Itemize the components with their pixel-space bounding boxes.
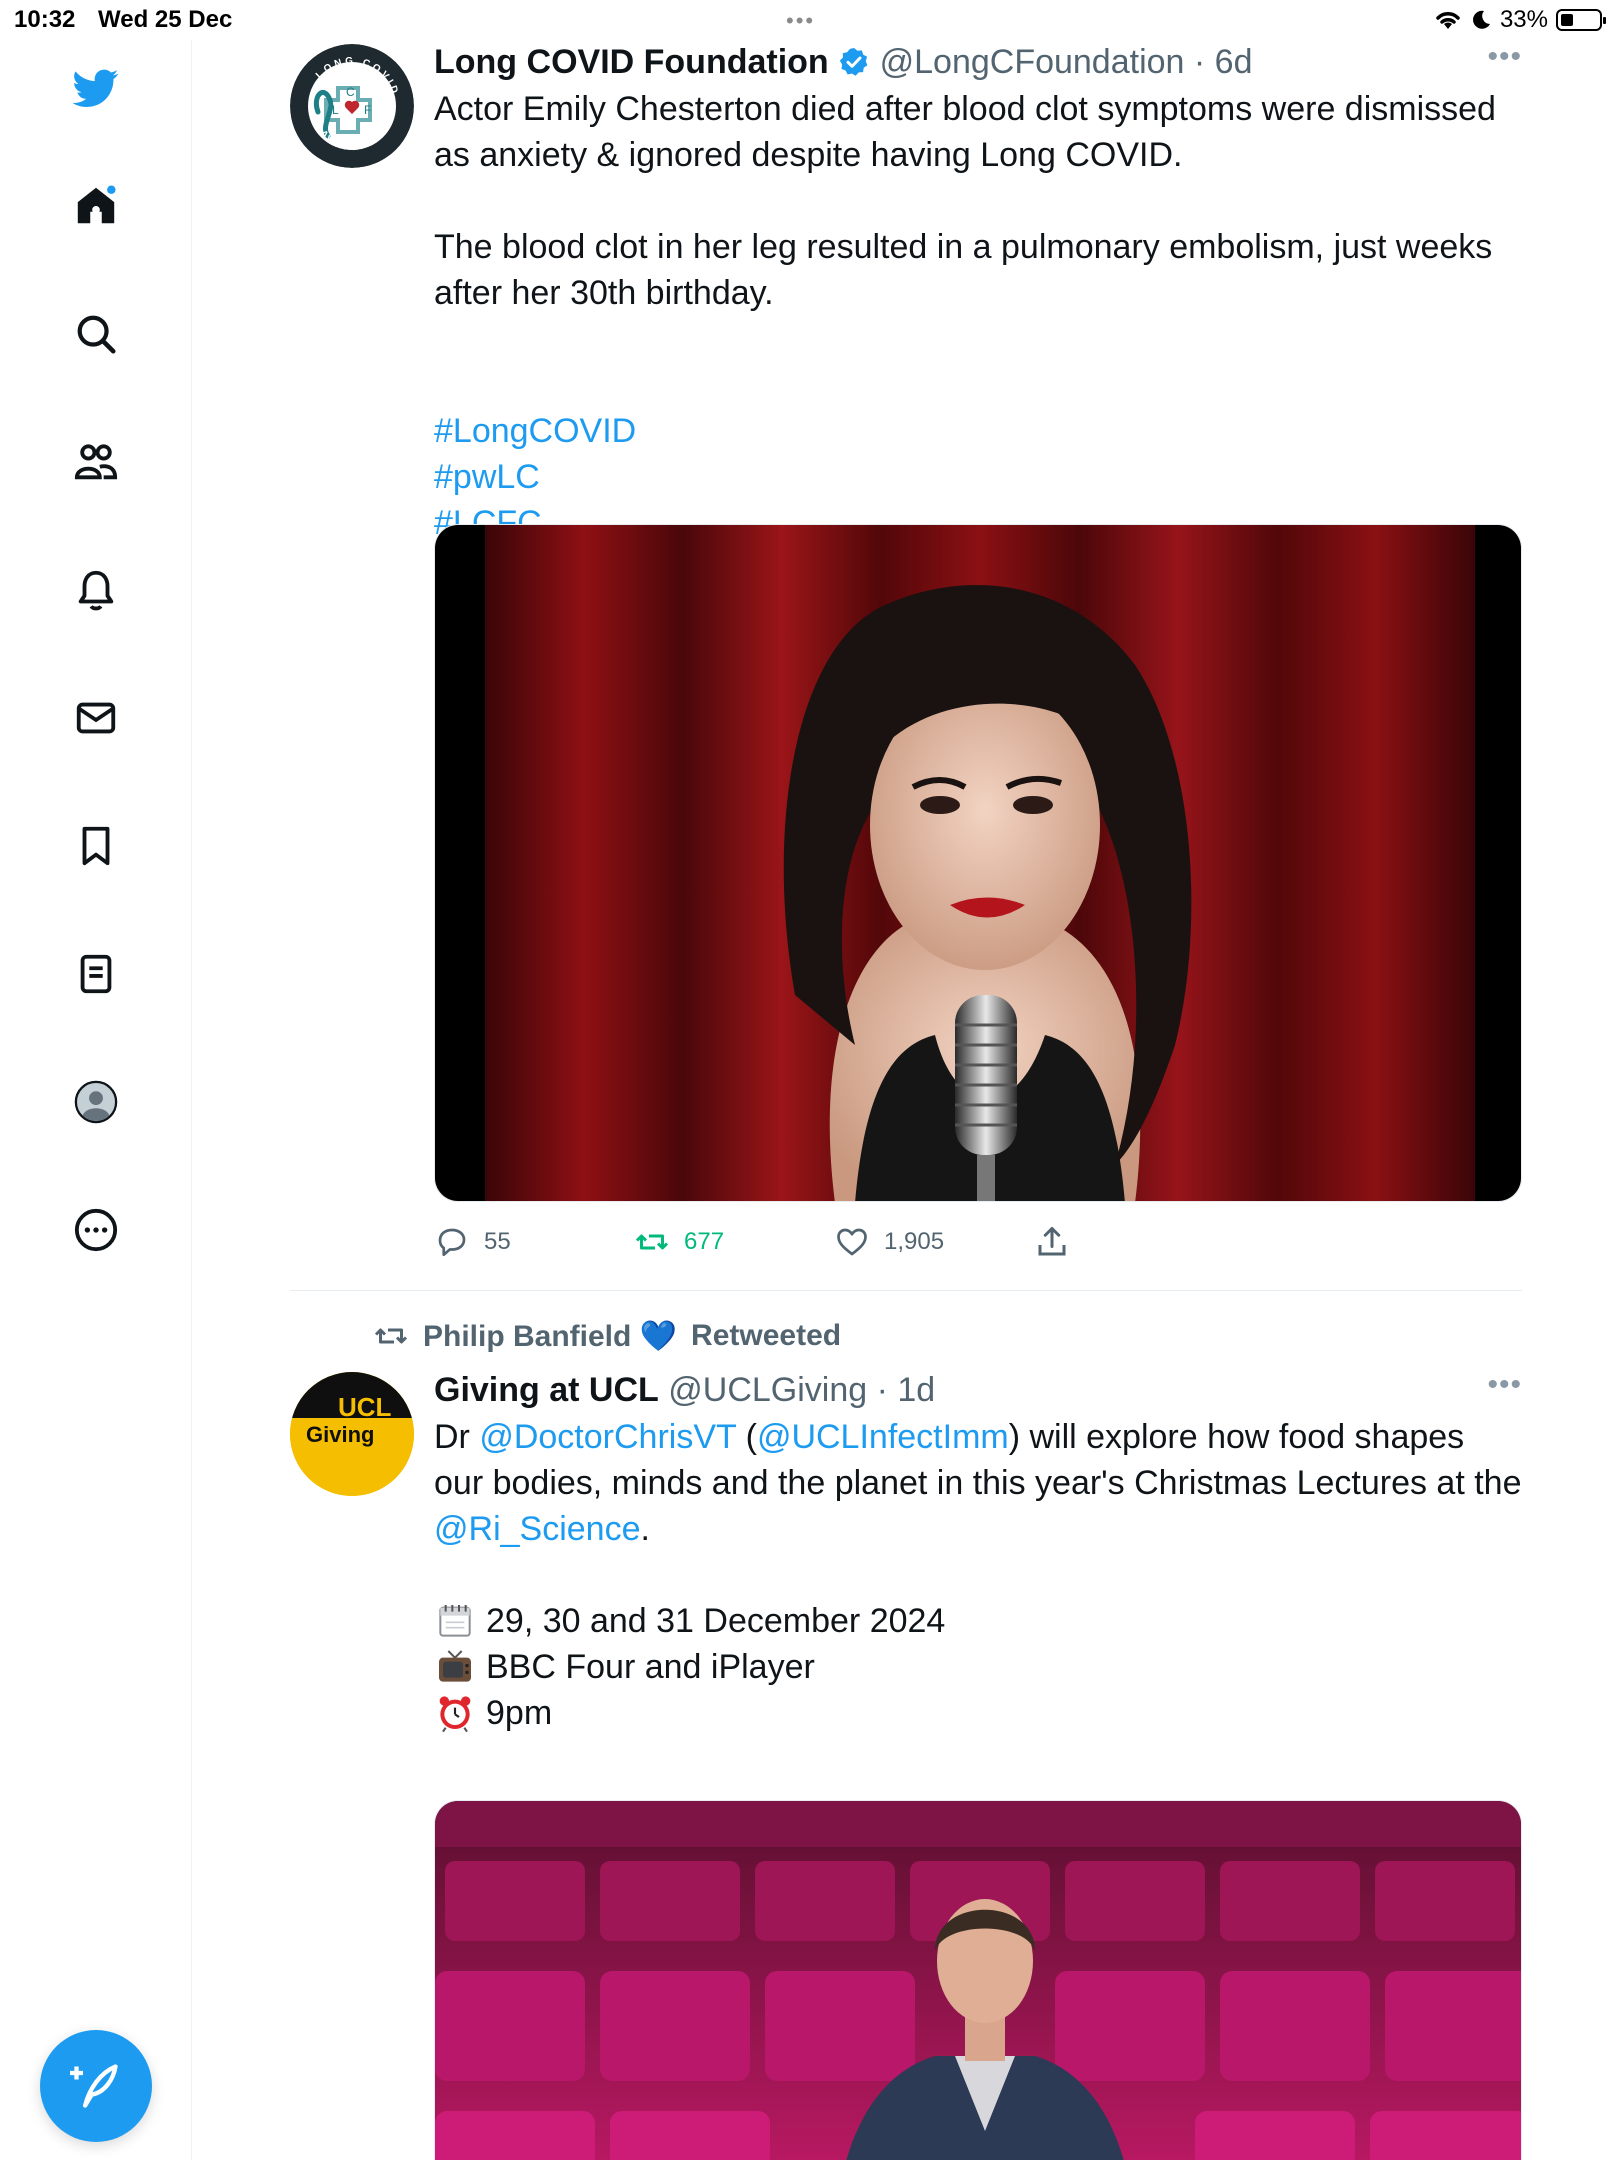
tweet-actions: 55 677 1,905 [434,1224,1234,1260]
mention-link[interactable]: @DoctorChrisVT [479,1418,736,1456]
retweet-small-icon [374,1328,408,1344]
tweet-header: Long COVID Foundation @LongCFoundation ·… [434,40,1522,84]
more-options-icon[interactable]: ••• [1487,40,1522,74]
more-circle-icon[interactable] [70,1204,122,1256]
share-button[interactable] [1034,1224,1234,1260]
photo-singer-with-microphone [435,525,1521,1201]
ucl-mark: UCL [338,1392,392,1422]
hashtag-link[interactable]: #LongCOVID [434,412,636,450]
logo-letter: L [332,103,339,117]
tweet[interactable]: UCL Giving Giving at UCL @UCLGiving · 1d… [290,1368,1522,2160]
tweet-text: Actor Emily Chesterton died after blood … [434,90,1496,174]
detail-text: 29, 30 and 31 December 2024 [486,1602,946,1640]
heart-icon [837,1228,867,1256]
share-icon [1038,1227,1066,1256]
retweet-icon [635,1234,669,1250]
list-icon[interactable] [70,948,122,1000]
compose-tweet-button[interactable] [40,2030,152,2142]
bell-icon[interactable] [70,564,122,616]
detail-text: BBC Four and iPlayer [486,1648,815,1686]
long-covid-foundation-logo: C L F LONG COVID AWARENESS [290,44,414,168]
detail-text: 9pm [486,1694,553,1732]
avatar[interactable]: C L F LONG COVID AWARENESS [290,44,414,168]
moon-icon [1473,10,1490,29]
like-count: 1,905 [884,1228,945,1255]
text-segment: Dr [434,1418,480,1456]
photo-man-in-auditorium [435,1801,1521,2160]
retweeted-by[interactable]: Philip Banfield 💙 Retweeted [373,1318,841,1354]
status-right: 33% [1434,6,1606,34]
tv-icon [439,1650,471,1682]
tweet[interactable]: C L F LONG COVID AWARENESS Long COVID Fo… [290,40,1522,1280]
tweet-photo[interactable] [434,524,1522,1202]
more-options-icon[interactable]: ••• [1487,1368,1522,1402]
tweet-header: Giving at UCL @UCLGiving · 1d [434,1368,1522,1412]
text-segment: ( [736,1418,757,1456]
compose-icon [70,2064,118,2108]
tweet-text: The blood clot in her leg resulted in a … [434,228,1493,312]
retweet-count: 677 [684,1228,725,1255]
detail-row: BBC Four and iPlayer [434,1644,1522,1690]
author-handle[interactable]: @UCLGiving [668,1371,867,1409]
hashtag-link[interactable]: #pwLC [434,458,540,496]
profile-avatar-icon[interactable] [70,1076,122,1128]
logo-letter: C [346,85,355,99]
status-date: Wed 25 Dec [98,6,233,33]
reply-icon [438,1228,466,1257]
twitter-logo-bird-icon[interactable] [70,62,122,114]
tweet-text: Dr @DoctorChrisVT (@UCLInfectImm) will e… [434,1414,1522,1552]
avatar[interactable]: UCL Giving [290,1372,414,1496]
like-button[interactable]: 1,905 [834,1224,1034,1260]
retweet-button[interactable]: 677 [634,1224,834,1260]
verified-badge-icon [840,48,868,76]
tweet-photo[interactable] [434,1800,1522,2160]
calendar-icon [439,1605,471,1637]
detail-row: 29, 30 and 31 December 2024 [434,1598,1522,1644]
reply-count: 55 [484,1228,511,1255]
detail-row: 9pm [434,1690,1522,1736]
mail-icon[interactable] [70,692,122,744]
people-icon[interactable] [70,436,122,488]
wifi-icon [1436,12,1460,29]
multitasking-dots-icon[interactable]: ••• [786,8,815,34]
home-icon[interactable] [70,180,122,232]
mention-link[interactable]: @Ri_Science [434,1510,641,1548]
ucl-giving-logo: UCL Giving [290,1372,414,1496]
giving-label: Giving [306,1422,374,1447]
event-details: 29, 30 and 31 December 2024 BBC Four and… [434,1598,1522,1736]
tweet-time: · 1d [876,1371,936,1409]
reply-button[interactable]: 55 [434,1224,634,1260]
bookmark-icon[interactable] [70,820,122,872]
status-time: 10:32 [14,6,76,33]
tweet-body: Giving at UCL @UCLGiving · 1d ••• Dr @Do… [434,1368,1522,1736]
tweet-time: · 6d [1193,43,1253,81]
battery-icon [1556,9,1606,31]
author-name[interactable]: Long COVID Foundation [434,43,829,81]
search-icon[interactable] [70,308,122,360]
author-name[interactable]: Giving at UCL [434,1371,659,1409]
battery-percent: 33% [1499,6,1548,33]
alarm-clock-icon [439,1696,471,1733]
tweet-divider [290,1290,1522,1291]
sidebar [0,40,192,2160]
retweeted-label: Retweeted [691,1319,842,1352]
text-segment: . [640,1510,650,1548]
author-handle[interactable]: @LongCFoundation [880,43,1185,81]
status-bar: 10:32 Wed 25 Dec ••• 33% [0,0,1620,40]
mention-link[interactable]: @UCLInfectImm [757,1418,1009,1456]
logo-letter: F [364,103,371,117]
hashtags: #LongCOVID #pwLC #LCFC [434,362,1522,546]
retweeter-name[interactable]: Philip Banfield 💙 [423,1319,677,1354]
